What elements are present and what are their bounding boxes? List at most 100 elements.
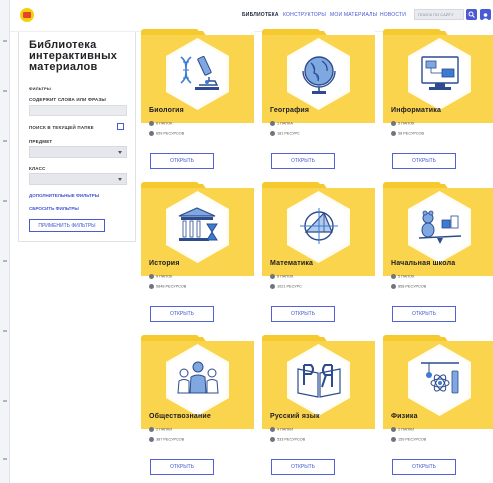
search-in-folder-checkbox[interactable] bbox=[117, 123, 124, 130]
apply-filters-button[interactable]: ПРИМЕНИТЬ ФИЛЬТРЫ bbox=[29, 219, 105, 232]
card-resources: 5848 РЕСУРСОВ bbox=[149, 284, 186, 289]
strip-mark bbox=[3, 90, 7, 92]
grade-select[interactable] bbox=[29, 173, 127, 185]
subject-select[interactable] bbox=[29, 146, 127, 158]
folders-count: 2 ПАПКИ bbox=[398, 427, 415, 432]
resource-icon bbox=[391, 284, 396, 289]
user-icon bbox=[482, 13, 489, 20]
nav-my-materials[interactable]: МОИ МАТЕРИАЛЫ bbox=[330, 12, 377, 18]
open-button[interactable]: ОТКРЫТЬ bbox=[150, 306, 214, 322]
card-folders: 2 ПАПКИ bbox=[391, 427, 414, 432]
card-folders: 4 ПАПКИ bbox=[270, 427, 293, 432]
card-title: Биология bbox=[149, 107, 184, 114]
strip-mark bbox=[3, 400, 7, 402]
biology-icon bbox=[180, 55, 219, 90]
social-studies-icon bbox=[177, 361, 219, 394]
resource-icon bbox=[149, 131, 154, 136]
subject-label: ПРЕДМЕТ bbox=[29, 139, 53, 144]
primary-school-icon bbox=[418, 210, 462, 244]
card-folders: 1 ПАПКА bbox=[270, 121, 293, 126]
resources-count: 387 РЕСУРСОВ bbox=[156, 437, 185, 442]
resources-count: 58 РЕСУРСОВ bbox=[398, 131, 425, 136]
resources-count: 1021 РЕСУРС bbox=[277, 284, 302, 289]
filters-heading: ФИЛЬТРЫ bbox=[29, 86, 51, 91]
strip-mark bbox=[3, 260, 7, 262]
strip-mark bbox=[3, 458, 7, 460]
subject-card-informatics: Информатика 5 ПАПОК 58 РЕСУРСОВ ОТКРЫТЬ bbox=[383, 29, 493, 177]
card-title: Физика bbox=[391, 413, 418, 420]
search-icon bbox=[468, 11, 475, 18]
card-resources: 659 РЕСУРСОВ bbox=[149, 131, 184, 136]
subject-card-physics: Физика 2 ПАПКИ 159 РЕСУРСОВ ОТКРЫТЬ bbox=[383, 335, 493, 483]
folders-count: 8 ПАПОК bbox=[277, 274, 294, 279]
filters-panel: Библиотека интерактивных материалов ФИЛЬ… bbox=[18, 32, 136, 242]
subject-card-russian-language: Русский язык 4 ПАПКИ 533 РЕСУРСОВ ОТКРЫТ… bbox=[262, 335, 375, 483]
search-input[interactable]: ПОИСК ПО САЙТУ bbox=[414, 9, 464, 20]
open-button[interactable]: ОТКРЫТЬ bbox=[392, 153, 456, 169]
nav-constructors[interactable]: КОНСТРУКТОРЫ bbox=[283, 12, 326, 18]
geography-icon bbox=[302, 56, 336, 94]
physics-icon bbox=[421, 362, 459, 394]
contains-input[interactable] bbox=[29, 105, 127, 116]
open-button[interactable]: ОТКРЫТЬ bbox=[271, 153, 335, 169]
logo-mark bbox=[23, 12, 31, 18]
card-resources: 181 РЕСУРС bbox=[270, 131, 300, 136]
top-navbar: БИБЛИОТЕКА КОНСТРУКТОРЫ МОИ МАТЕРИАЛЫ НО… bbox=[10, 0, 493, 32]
nav-library[interactable]: БИБЛИОТЕКА bbox=[242, 12, 279, 18]
nav-news[interactable]: НОВОСТИ bbox=[380, 12, 406, 18]
subject-card-biology: Биология 6 ПАПОК 659 РЕСУРСОВ ОТКРЫТЬ bbox=[141, 29, 254, 177]
open-button[interactable]: ОТКРЫТЬ bbox=[392, 459, 456, 475]
card-title: Начальная школа bbox=[391, 260, 456, 267]
card-folders: 2 ПАПКИ bbox=[149, 427, 172, 432]
grade-label: КЛАСС bbox=[29, 166, 46, 171]
card-title: География bbox=[270, 107, 310, 114]
folders-count: 1 ПАПКА bbox=[277, 121, 293, 126]
informatics-icon bbox=[421, 56, 459, 90]
card-folders: 5 ПАПОК bbox=[391, 274, 414, 279]
folder-icon bbox=[270, 427, 275, 432]
folder-icon bbox=[270, 121, 275, 126]
search-button[interactable] bbox=[466, 9, 477, 20]
chevron-down-icon bbox=[118, 151, 122, 154]
resource-icon bbox=[391, 131, 396, 136]
contains-label: СОДЕРЖИТ СЛОВА ИЛИ ФРАЗЫ bbox=[29, 97, 106, 102]
folder-icon bbox=[149, 274, 154, 279]
subject-card-geography: География 1 ПАПКА 181 РЕСУРС ОТКРЫТЬ bbox=[262, 29, 375, 177]
subject-card-social-studies: Обществознание 2 ПАПКИ 387 РЕСУРСОВ ОТКР… bbox=[141, 335, 254, 483]
site-logo[interactable] bbox=[20, 8, 34, 22]
card-folders: 9 ПАПОК bbox=[149, 274, 172, 279]
card-resources: 1021 РЕСУРС bbox=[270, 284, 302, 289]
reset-filters-link[interactable]: СБРОСИТЬ ФИЛЬТРЫ bbox=[29, 206, 79, 211]
subject-card-history: История 9 ПАПОК 5848 РЕСУРСОВ ОТКРЫТЬ bbox=[141, 182, 254, 330]
card-title: Информатика bbox=[391, 107, 442, 114]
open-button[interactable]: ОТКРЫТЬ bbox=[150, 459, 214, 475]
card-resources: 858 РЕСУРСОВ bbox=[391, 284, 426, 289]
folder-icon bbox=[149, 427, 154, 432]
page-title: Библиотека интерактивных материалов bbox=[29, 40, 125, 73]
strip-mark bbox=[3, 40, 7, 42]
open-button[interactable]: ОТКРЫТЬ bbox=[271, 459, 335, 475]
folders-count: 6 ПАПОК bbox=[156, 121, 173, 126]
folders-count: 5 ПАПОК bbox=[398, 121, 415, 126]
card-resources: 533 РЕСУРСОВ bbox=[270, 437, 305, 442]
resources-count: 5848 РЕСУРСОВ bbox=[156, 284, 187, 289]
open-button[interactable]: ОТКРЫТЬ bbox=[392, 306, 456, 322]
resource-icon bbox=[391, 437, 396, 442]
open-button[interactable]: ОТКРЫТЬ bbox=[271, 306, 335, 322]
card-folders: 6 ПАПОК bbox=[149, 121, 172, 126]
resources-count: 533 РЕСУРСОВ bbox=[277, 437, 306, 442]
card-folders: 5 ПАПОК bbox=[391, 121, 414, 126]
resources-count: 159 РЕСУРСОВ bbox=[398, 437, 427, 442]
resource-icon bbox=[149, 437, 154, 442]
user-button[interactable] bbox=[480, 9, 491, 20]
folder-icon bbox=[391, 427, 396, 432]
search-in-folder-label: ПОИСК В ТЕКУЩЕЙ ПАПКЕ bbox=[29, 125, 94, 130]
resources-count: 858 РЕСУРСОВ bbox=[398, 284, 427, 289]
strip-mark bbox=[3, 200, 7, 202]
math-icon bbox=[300, 208, 338, 244]
open-button[interactable]: ОТКРЫТЬ bbox=[150, 153, 214, 169]
chevron-down-icon bbox=[118, 178, 122, 181]
resource-icon bbox=[270, 131, 275, 136]
more-filters-link[interactable]: ДОПОЛНИТЕЛЬНЫЕ ФИЛЬТРЫ bbox=[29, 193, 99, 198]
card-resources: 159 РЕСУРСОВ bbox=[391, 437, 426, 442]
